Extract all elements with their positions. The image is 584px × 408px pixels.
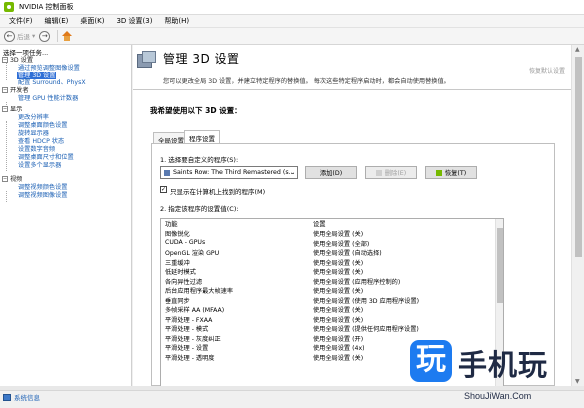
home-button[interactable]: [61, 30, 73, 42]
table-row[interactable]: 垂直同步 使用全局设置 (使用 3D 应用程序设置): [161, 296, 497, 306]
tree-item-gpu-counters[interactable]: 管理 GPU 性能计数器: [18, 95, 78, 102]
toolbar: ← 后退 ▾ →: [0, 28, 584, 45]
tree-item-surround-physx[interactable]: 配置 Surround、PhysX: [18, 79, 86, 86]
tree-item-preview-image[interactable]: 通过预览调整图像设置: [18, 65, 80, 72]
show-found-programs-checkbox[interactable]: ✓: [160, 186, 167, 193]
restore-button[interactable]: 恢复(T): [425, 166, 477, 179]
3d-settings-icon: [137, 51, 157, 71]
tree-category-display[interactable]: − 显示: [2, 106, 22, 113]
remove-button[interactable]: 删除(E): [365, 166, 417, 179]
watermark-url: ShouJiWan.Com: [464, 391, 532, 401]
program-icon: [164, 169, 170, 176]
tree-item-desktop-size[interactable]: 调整桌面尺寸和位置: [18, 154, 74, 161]
tree-connector: [6, 62, 7, 80]
system-info-link[interactable]: 系统信息: [3, 392, 40, 402]
tree-item-resolution[interactable]: 更改分辨率: [18, 114, 49, 121]
grid-header-feature: 功能: [165, 221, 178, 228]
add-button[interactable]: 添加(D): [305, 166, 357, 179]
header-divider: [133, 89, 571, 90]
tree-item-hdcp[interactable]: 查看 HDCP 状态: [18, 138, 64, 145]
tree-item-digital-audio[interactable]: 设置数字音频: [18, 146, 55, 153]
tree-connector: [6, 191, 7, 202]
collapse-icon[interactable]: −: [2, 57, 8, 63]
select-program-label: 1. 选择要自定义的程序(S):: [160, 156, 239, 164]
window-title: NVIDIA 控制面板: [19, 3, 74, 11]
system-info-icon: [3, 393, 11, 401]
tree-category-3d-settings[interactable]: −3D 设置: [2, 57, 33, 64]
collapse-icon[interactable]: −: [2, 87, 8, 93]
table-row[interactable]: 图像锐化 使用全局设置 (关): [161, 229, 497, 239]
back-arrow-icon: ←: [4, 30, 15, 42]
tree-category-video[interactable]: − 视频: [2, 176, 22, 183]
forward-arrow-icon: →: [39, 30, 51, 42]
home-icon: [61, 30, 73, 42]
specify-settings-label: 2. 指定该程序的设置值(C):: [160, 205, 239, 213]
grid-header: 功能 设置: [161, 219, 497, 228]
tab-program-settings[interactable]: 程序设置: [184, 130, 220, 144]
table-row[interactable]: 低延时模式 使用全局设置 (关): [161, 267, 497, 277]
tree-item-rotate-display[interactable]: 旋转显示器: [18, 130, 49, 137]
page-description: 您可以更改全局 3D 设置，并建立特定程序的替换值。 每次这些特定程序启动时，都…: [163, 78, 450, 85]
task-sidebar: 选择一项任务... −3D 设置 通过预览调整图像设置 管理 3D 设置 配置 …: [0, 45, 132, 386]
table-row[interactable]: 三重缓冲 使用全局设置 (关): [161, 258, 497, 268]
main-scrollbar-thumb[interactable]: [575, 57, 582, 257]
table-row[interactable]: 平滑处理 - 模式 使用全局设置 (提供任何应用程序设置): [161, 324, 497, 334]
table-row[interactable]: CUDA - GPUs 使用全局设置 (全部): [161, 239, 497, 249]
table-row[interactable]: 后台应用程序最大帧速率 使用全局设置 (关): [161, 286, 497, 296]
tree-connector: [6, 121, 7, 171]
program-dropdown[interactable]: Saints Row: The Third Remastered (s... ⌄: [160, 166, 298, 179]
section-title: 我希望使用以下 3D 设置：: [150, 106, 242, 115]
table-row[interactable]: 各向异性过滤 使用全局设置 (应用程序控制的): [161, 277, 497, 287]
forward-button[interactable]: →: [39, 30, 51, 42]
watermark-text: 手机玩: [458, 348, 549, 382]
table-row[interactable]: OpenGL 渲染 GPU 使用全局设置 (自动选择): [161, 248, 497, 258]
menu-3d-settings[interactable]: 3D 设置(3): [110, 16, 158, 26]
menu-edit[interactable]: 编辑(E): [39, 16, 75, 26]
remove-icon: [375, 169, 382, 176]
page-title: 管理 3D 设置: [163, 52, 240, 66]
back-button[interactable]: ← 后退 ▾: [4, 30, 36, 42]
grid-scrollbar-thumb[interactable]: [497, 228, 503, 303]
tree-item-video-color[interactable]: 调整视频颜色设置: [18, 184, 68, 191]
table-row[interactable]: 多帧采样 AA (MFAA) 使用全局设置 (关): [161, 305, 497, 315]
nvidia-app-icon: [4, 2, 14, 12]
table-row[interactable]: 平滑处理 - FXAA 使用全局设置 (关): [161, 315, 497, 325]
back-dropdown-icon: ▾: [32, 32, 36, 40]
tree-item-desktop-color[interactable]: 调整桌面颜色设置: [18, 122, 68, 129]
back-label: 后退: [17, 33, 30, 41]
tree-category-developer[interactable]: − 开发者: [2, 87, 29, 94]
menu-help[interactable]: 帮助(H): [158, 16, 195, 26]
tree-item-video-image[interactable]: 调整视频图像设置: [18, 192, 68, 199]
menu-bar: 文件(F) 编辑(E) 桌面(K) 3D 设置(3) 帮助(H): [0, 15, 584, 28]
scroll-up-icon[interactable]: ▲: [575, 46, 580, 53]
tree-connector: [6, 102, 7, 105]
toolbar-divider: [57, 30, 59, 42]
menu-file[interactable]: 文件(F): [3, 16, 39, 26]
chevron-down-icon: ⌄: [289, 169, 295, 176]
watermark-logo: 玩: [410, 340, 452, 382]
grid-header-setting: 设置: [313, 221, 326, 228]
show-found-programs-label: 只显示在计算机上找到的程序(M): [170, 188, 266, 196]
tree-item-manage-3d[interactable]: 管理 3D 设置: [17, 72, 57, 79]
title-bar: NVIDIA 控制面板: [0, 0, 584, 15]
restore-defaults-link[interactable]: 恢复默认设置: [529, 66, 565, 75]
page-header: 管理 3D 设置 恢复默认设置 您可以更改全局 3D 设置，并建立特定程序的替换…: [133, 45, 571, 91]
restore-icon: [435, 169, 442, 176]
collapse-icon[interactable]: −: [2, 106, 8, 112]
watermark: 玩 手机玩 ShouJiWan.Com: [392, 335, 584, 408]
collapse-icon[interactable]: −: [2, 176, 8, 182]
menu-desktop[interactable]: 桌面(K): [74, 16, 110, 26]
tree-item-multi-display[interactable]: 设置多个显示器: [18, 162, 61, 169]
task-title: 选择一项任务...: [3, 49, 49, 57]
program-value: Saints Row: The Third Remastered (s...: [173, 169, 295, 176]
